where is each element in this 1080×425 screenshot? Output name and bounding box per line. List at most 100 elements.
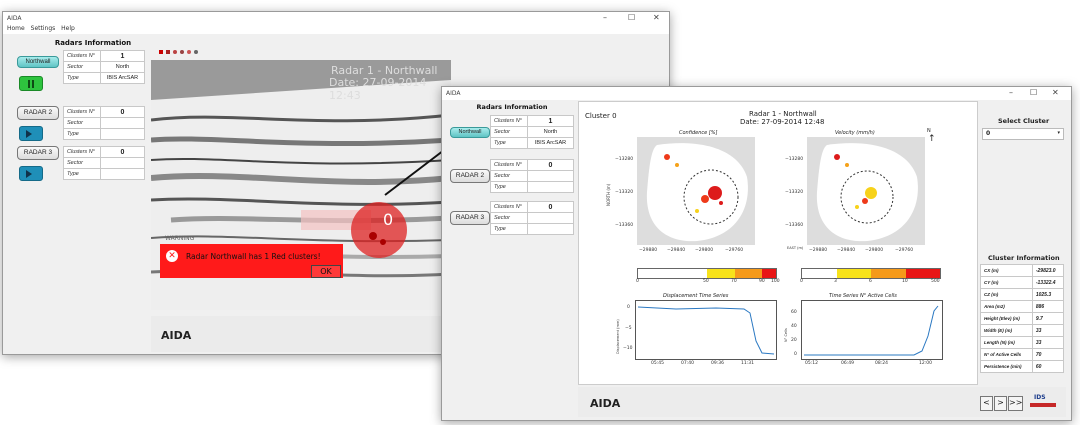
select-cluster-label: Select Cluster	[998, 117, 1050, 125]
cluster-detail-window: AIDA – ☐ ✕ Radars Information Northwall …	[441, 86, 1072, 421]
radar-3-button[interactable]: RADAR 3	[450, 211, 490, 225]
minimize-button[interactable]: –	[1009, 88, 1013, 97]
info-label: CZ (m)	[980, 288, 1033, 301]
ids-logo: IDS	[1034, 394, 1046, 401]
radar-2-table: Clusters N° 0 Sector Type	[490, 159, 574, 193]
active-cells-chart	[801, 300, 943, 360]
cbar2-tick: 10	[902, 279, 908, 284]
map1-xtick: −29800	[695, 248, 714, 253]
logo-bar: AIDA < > >> IDS	[578, 387, 1066, 417]
radar-2-button[interactable]: RADAR 2	[450, 169, 490, 183]
map1-xtick: −29880	[639, 248, 658, 253]
cluster-side-panel: Select Cluster 0 ▾ Cluster Information C…	[980, 101, 1066, 383]
info-value: 70	[1031, 348, 1065, 361]
cbar1-tick: 100	[771, 279, 780, 284]
sector-label: Sector	[490, 212, 528, 224]
cbar2-tick: 6	[869, 279, 872, 284]
map2-xtick: −29760	[895, 248, 914, 253]
map2-ytick: −13280	[785, 157, 804, 162]
close-button[interactable]: ✕	[1052, 88, 1059, 97]
info-label: CX (m)	[980, 264, 1033, 277]
type-value	[527, 223, 574, 235]
cbar1-tick: 0	[636, 279, 639, 284]
cbar1-tick: 70	[731, 279, 737, 284]
info-value: 60	[1031, 360, 1065, 373]
ts2-xtick: 06:49	[841, 361, 854, 366]
last-button[interactable]: >>	[1008, 396, 1023, 411]
sector-label: Sector	[490, 170, 528, 182]
ts2-xtick: 12:00	[919, 361, 932, 366]
ts1-xtick: 07:40	[681, 361, 694, 366]
map2-xtick: −29840	[837, 248, 856, 253]
clusters-value: 1	[527, 115, 574, 127]
info-value: 33	[1031, 324, 1065, 337]
title-bar: AIDA – ☐ ✕	[442, 87, 1071, 100]
ts1-xtick: 11:31	[741, 361, 754, 366]
prev-button[interactable]: <	[980, 396, 993, 411]
velocity-colorbar	[801, 268, 941, 279]
window-title: AIDA	[446, 90, 461, 97]
info-value: 1025.3	[1031, 288, 1065, 301]
ts2-ytick: 20	[791, 338, 797, 343]
info-label: N° of Active Cells	[980, 348, 1033, 361]
ts2-ytick: 0	[794, 352, 797, 357]
radars-info-title: Radars Information	[476, 103, 548, 111]
cluster-info-title: Cluster Information	[988, 254, 1060, 262]
map2-xtick: −29880	[809, 248, 828, 253]
velocity-map	[807, 137, 925, 245]
displacement-chart	[635, 300, 777, 360]
cluster-plot-panel: Cluster 0 Radar 1 - Northwall Date: 27-0…	[578, 101, 978, 385]
info-label: Persistence (min)	[980, 360, 1033, 373]
type-label: Type	[490, 223, 528, 235]
info-label: CY (m)	[980, 276, 1033, 289]
sector-value	[527, 170, 574, 182]
table-row: Height (Elev) (m) 9.7	[980, 312, 1065, 325]
chevron-down-icon: ▾	[1057, 130, 1060, 136]
table-row: CZ (m) 1025.3	[980, 288, 1065, 301]
table-row: Width (E) (m) 33	[980, 324, 1065, 337]
ts1-title: Displacement Time Series	[663, 293, 729, 299]
maximize-button[interactable]: ☐	[1030, 88, 1037, 97]
map2-xlabel: EAST (m)	[787, 246, 804, 250]
table-row: CY (m) -13322.4	[980, 276, 1065, 289]
info-label: Length (N) (m)	[980, 336, 1033, 349]
map2-ytick: −13320	[785, 190, 804, 195]
displacement-line	[637, 306, 775, 355]
ids-logo-stripe	[1030, 403, 1056, 407]
clusters-label: Clusters N°	[490, 115, 528, 127]
radar-northwall-button[interactable]: Northwall	[450, 127, 490, 138]
map2-ytick: −13360	[785, 223, 804, 228]
cluster-select-value: 0	[986, 130, 991, 137]
map1-xtick: −29760	[725, 248, 744, 253]
cluster-select[interactable]: 0 ▾	[982, 128, 1064, 140]
cluster-info-table: CX (m) -29823.0 CY (m) -13322.4 CZ (m) 1025…	[980, 264, 1065, 373]
ts2-xtick: 05:12	[805, 361, 818, 366]
cbar2-tick: 500	[931, 279, 940, 284]
sector-value	[527, 212, 574, 224]
type-label: Type	[490, 137, 528, 149]
ts2-title: Time Series N° Active Cells	[829, 293, 897, 299]
radar-1-table: Clusters N° 1 Sector North Type IBIS ArcSAR	[490, 115, 574, 149]
ts1-ytick: 0	[627, 305, 630, 310]
next-button[interactable]: >	[994, 396, 1007, 411]
info-label: Area (m2)	[980, 300, 1033, 313]
map1-title: Confidence [%]	[679, 130, 718, 136]
info-label: Height (Elev) (m)	[980, 312, 1033, 325]
table-row: Persistence (min) 60	[980, 360, 1065, 373]
cbar2-tick: 0	[800, 279, 803, 284]
ts2-ytick: 60	[791, 310, 797, 315]
north-arrow-icon: ↑	[928, 134, 936, 144]
radar-3-table: Clusters N° 0 Sector Type	[490, 201, 574, 235]
ts1-ytick: −10	[623, 346, 633, 351]
map2-xtick: −29800	[865, 248, 884, 253]
confidence-map-render	[646, 143, 748, 242]
clusters-value: 0	[527, 201, 574, 213]
confidence-colorbar	[637, 268, 777, 279]
ts1-ytick: −5	[625, 326, 632, 331]
info-value: -13322.4	[1031, 276, 1065, 289]
map1-ytick: −13320	[615, 190, 634, 195]
ts1-ylabel: Displacement (mm)	[616, 319, 620, 354]
map1-ytick: −13360	[615, 223, 634, 228]
table-row: CX (m) -29823.0	[980, 264, 1065, 277]
type-label: Type	[490, 181, 528, 193]
